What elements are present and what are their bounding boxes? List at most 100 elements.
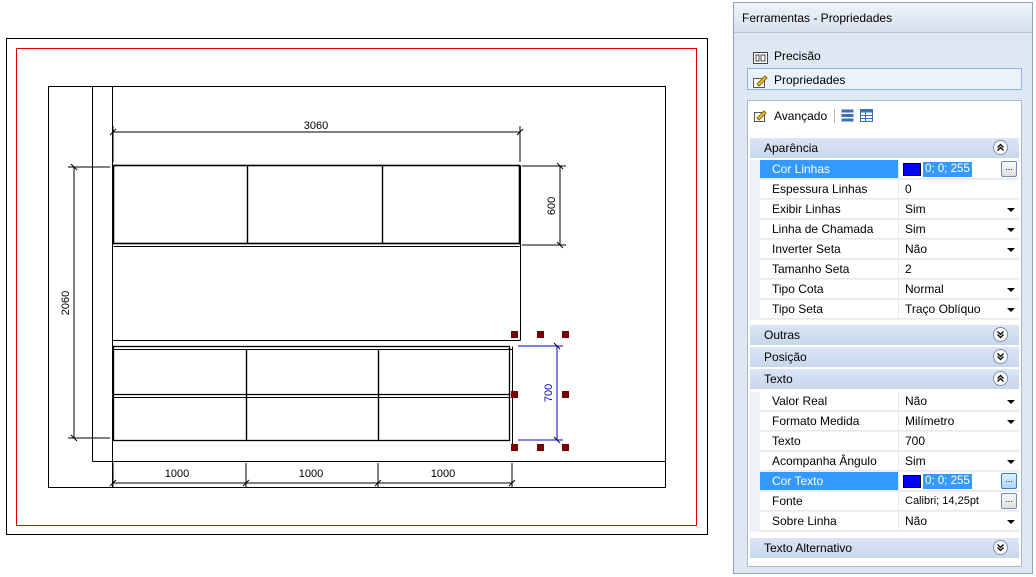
panel-title: Ferramentas - Propriedades: [734, 3, 1032, 33]
property-name: Fonte: [760, 492, 898, 511]
property-row-cor-texto[interactable]: Cor Texto 0; 0; 255 ...: [750, 472, 1019, 492]
ellipsis-button[interactable]: ...: [1001, 493, 1017, 509]
dropdown-arrow-icon[interactable]: [1007, 420, 1015, 424]
chevron-down-icon[interactable]: [993, 540, 1008, 555]
color-value[interactable]: 0; 0; 255: [923, 162, 972, 177]
property-row-cor-linhas[interactable]: Cor Linhas 0; 0; 255 ...: [750, 160, 1019, 180]
nav-properties-button[interactable]: Propriedades: [747, 68, 1022, 90]
property-dropdown[interactable]: Não: [898, 512, 1019, 531]
property-row-sobre-linha[interactable]: Sobre Linha Não: [750, 512, 1019, 532]
property-dropdown[interactable]: Milímetro: [898, 412, 1019, 431]
property-grid: Avançado Aparência Cor Linhas 0; 0; 255 …: [747, 100, 1022, 567]
category-texto-alternativo[interactable]: Texto Alternativo: [750, 538, 1019, 558]
property-name: Sobre Linha: [760, 512, 898, 531]
property-value-font[interactable]: Calibri; 14,25pt ...: [898, 492, 1019, 511]
alphabetical-icon[interactable]: [860, 109, 873, 122]
color-value[interactable]: 0; 0; 255: [923, 474, 972, 489]
property-row-espessura-linhas[interactable]: Espessura Linhas 0: [750, 180, 1019, 200]
property-dropdown[interactable]: Normal: [898, 280, 1019, 299]
category-texto-label: Texto: [764, 372, 793, 386]
precision-icon: [753, 49, 768, 64]
drawing-svg[interactable]: 3060 2060 600 700 1000 1000 1000: [0, 0, 724, 577]
property-row-tipo-seta[interactable]: Tipo Seta Traço Oblíquo: [750, 300, 1019, 320]
category-texto[interactable]: Texto: [750, 369, 1019, 389]
property-dropdown[interactable]: Não: [898, 392, 1019, 411]
property-dropdown[interactable]: Não: [898, 240, 1019, 259]
dropdown-value: Sim: [905, 222, 926, 236]
properties-icon: [753, 73, 768, 88]
ellipsis-button[interactable]: ...: [1001, 161, 1017, 177]
property-value[interactable]: 0: [898, 180, 1019, 199]
property-row-texto[interactable]: Texto 700: [750, 432, 1019, 452]
property-dropdown[interactable]: Sim: [898, 220, 1019, 239]
category-texto-alternativo-label: Texto Alternativo: [764, 541, 853, 555]
property-row-inverter-seta[interactable]: Inverter Seta Não: [750, 240, 1019, 260]
dropdown-arrow-icon[interactable]: [1007, 248, 1015, 252]
property-name: Cor Linhas: [760, 160, 898, 179]
chevron-up-icon[interactable]: [993, 371, 1008, 386]
property-name: Valor Real: [760, 392, 898, 411]
sheet-outer-border: [6, 38, 708, 535]
dimension-top-label: 3060: [304, 120, 328, 132]
property-name: Tamanho Seta: [760, 260, 898, 279]
property-name: Inverter Seta: [760, 240, 898, 259]
nav-precision-button[interactable]: Precisão: [747, 44, 1022, 66]
chevron-up-icon[interactable]: [993, 140, 1008, 155]
dimension-left-label: 2060: [60, 291, 72, 315]
dropdown-value: Sim: [905, 202, 926, 216]
advanced-label[interactable]: Avançado: [774, 109, 827, 123]
property-value[interactable]: 700: [898, 432, 1019, 451]
property-toolbar: Avançado: [748, 101, 1021, 131]
property-value[interactable]: 2: [898, 260, 1019, 279]
property-dropdown[interactable]: Sim: [898, 452, 1019, 471]
toolbar-divider: [834, 109, 835, 123]
dropdown-arrow-icon[interactable]: [1007, 520, 1015, 524]
dropdown-arrow-icon[interactable]: [1007, 308, 1015, 312]
dimension-selected-label: 700: [543, 384, 555, 402]
dropdown-value: Não: [905, 514, 928, 528]
property-name: Acompanha Ângulo: [760, 452, 898, 471]
category-aparencia-label: Aparência: [764, 141, 819, 155]
property-row-fonte[interactable]: Fonte Calibri; 14,25pt ...: [750, 492, 1019, 512]
property-row-acompanha-angulo[interactable]: Acompanha Ângulo Sim: [750, 452, 1019, 472]
dropdown-value: Sim: [905, 454, 926, 468]
categorized-icon[interactable]: [841, 109, 854, 122]
dropdown-arrow-icon[interactable]: [1007, 400, 1015, 404]
properties-panel: Ferramentas - Propriedades Precisão Prop…: [733, 2, 1033, 574]
property-row-tipo-cota[interactable]: Tipo Cota Normal: [750, 280, 1019, 300]
category-posicao[interactable]: Posição: [750, 347, 1019, 367]
dimension-bottom-label-3: 1000: [431, 468, 455, 480]
property-value-color[interactable]: 0; 0; 255 ...: [898, 160, 1019, 179]
dropdown-arrow-icon[interactable]: [1007, 228, 1015, 232]
property-value-color[interactable]: 0; 0; 255 ...: [898, 472, 1019, 491]
property-name: Formato Medida: [760, 412, 898, 431]
ellipsis-button[interactable]: ...: [1001, 473, 1017, 489]
property-name: Linha de Chamada: [760, 220, 898, 239]
dropdown-arrow-icon[interactable]: [1007, 208, 1015, 212]
dropdown-value: Não: [905, 242, 928, 256]
color-swatch: [903, 475, 921, 488]
property-row-formato-medida[interactable]: Formato Medida Milímetro: [750, 412, 1019, 432]
property-row-valor-real[interactable]: Valor Real Não: [750, 392, 1019, 412]
property-row-linha-de-chamada[interactable]: Linha de Chamada Sim: [750, 220, 1019, 240]
chevron-down-icon[interactable]: [993, 349, 1008, 364]
property-name: Cor Texto: [760, 472, 898, 491]
category-aparencia[interactable]: Aparência: [750, 138, 1019, 158]
dimension-bottom-label-1: 1000: [165, 468, 189, 480]
nav-precision-label: Precisão: [774, 49, 821, 63]
chevron-down-icon[interactable]: [993, 327, 1008, 342]
category-outras[interactable]: Outras: [750, 325, 1019, 345]
dropdown-arrow-icon[interactable]: [1007, 288, 1015, 292]
property-row-tamanho-seta[interactable]: Tamanho Seta 2: [750, 260, 1019, 280]
property-dropdown[interactable]: Sim: [898, 200, 1019, 219]
dropdown-value: Traço Oblíquo: [905, 302, 981, 316]
property-row-exibir-linhas[interactable]: Exibir Linhas Sim: [750, 200, 1019, 220]
drawing-canvas[interactable]: 3060 2060 600 700 1000 1000 1000: [0, 0, 724, 577]
property-name: Tipo Cota: [760, 280, 898, 299]
property-dropdown[interactable]: Traço Oblíquo: [898, 300, 1019, 319]
advanced-icon[interactable]: [754, 109, 767, 122]
dropdown-value: Não: [905, 394, 928, 408]
dropdown-arrow-icon[interactable]: [1007, 460, 1015, 464]
nav-properties-label: Propriedades: [774, 73, 846, 87]
dimension-bottom-label-2: 1000: [299, 468, 323, 480]
